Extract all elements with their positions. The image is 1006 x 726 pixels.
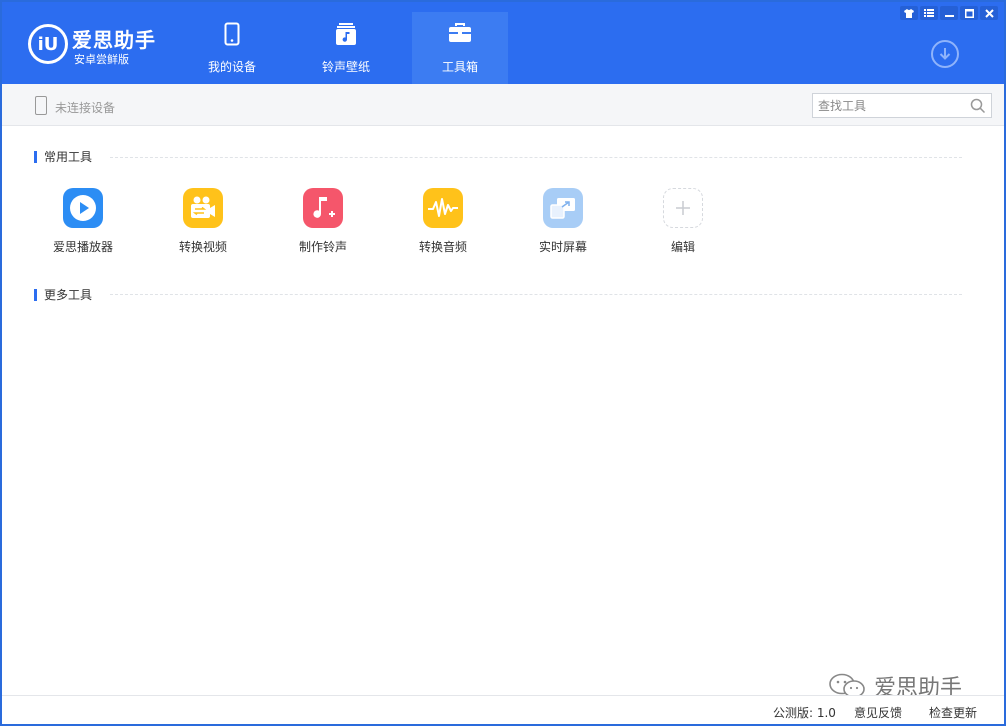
window-controls — [900, 6, 998, 20]
toolbox-icon — [412, 22, 508, 46]
tool-player[interactable]: 爱思播放器 — [43, 188, 163, 258]
tool-grid: 爱思播放器 转换视频 制作铃声 转换音频 实时屏幕 编辑 — [43, 188, 763, 258]
phone-icon — [184, 22, 280, 46]
app-title: 爱思助手 — [72, 28, 156, 52]
tool-label: 编辑 — [670, 240, 695, 254]
audio-wave-icon — [423, 188, 463, 228]
divider — [110, 157, 962, 158]
main-nav: 我的设备 铃声壁纸 工具箱 — [184, 12, 508, 84]
menu-icon[interactable] — [920, 6, 938, 20]
tab-ringtone-wallpaper[interactable]: 铃声壁纸 — [298, 12, 394, 84]
plus-icon — [663, 188, 703, 228]
divider — [110, 294, 962, 295]
app-subtitle: 安卓尝鲜版 — [74, 53, 129, 66]
tool-edit[interactable]: 编辑 — [643, 188, 763, 258]
download-icon[interactable] — [931, 40, 959, 68]
feedback-link[interactable]: 意见反馈 — [854, 704, 902, 721]
tool-live-screen[interactable]: 实时屏幕 — [523, 188, 643, 258]
tab-toolbox[interactable]: 工具箱 — [412, 12, 508, 84]
device-status: 未连接设备 — [55, 101, 116, 115]
app-logo: iU — [28, 24, 68, 64]
ringtone-icon — [303, 188, 343, 228]
tool-make-ringtone[interactable]: 制作铃声 — [283, 188, 403, 258]
tab-my-device[interactable]: 我的设备 — [184, 12, 280, 84]
status-bar: 公测版: 1.0 意见反馈 检查更新 — [2, 695, 1004, 724]
device-toolbar: 未连接设备 — [2, 84, 1004, 126]
shirt-icon[interactable] — [900, 6, 918, 20]
tool-label: 爱思播放器 — [52, 240, 113, 254]
header-bar: iU 爱思助手 安卓尝鲜版 我的设备 铃声壁纸 工具箱 — [2, 2, 1004, 84]
search-box — [812, 93, 992, 118]
tool-label: 转换音频 — [418, 240, 467, 254]
app-window: iU 爱思助手 安卓尝鲜版 我的设备 铃声壁纸 工具箱 未连接设备 查找工具 常… — [0, 0, 1006, 726]
tab-label: 工具箱 — [441, 60, 478, 74]
music-note-icon — [298, 22, 394, 46]
check-update-link[interactable]: 检查更新 — [929, 704, 977, 721]
close-icon[interactable] — [980, 6, 998, 20]
tool-label: 实时屏幕 — [538, 240, 587, 254]
play-icon — [63, 188, 103, 228]
section-title-more: 更多工具 — [34, 289, 92, 301]
phone-icon — [35, 96, 47, 115]
section-title-common: 常用工具 — [34, 151, 92, 163]
tab-label: 铃声壁纸 — [321, 60, 370, 74]
video-convert-icon — [183, 188, 223, 228]
search-input[interactable] — [813, 94, 963, 117]
tool-convert-video[interactable]: 转换视频 — [163, 188, 283, 258]
tab-label: 我的设备 — [207, 60, 256, 74]
search-icon[interactable] — [970, 98, 986, 114]
version-label: 公测版: 1.0 — [773, 706, 836, 720]
tool-convert-audio[interactable]: 转换音频 — [403, 188, 523, 258]
screen-mirror-icon — [543, 188, 583, 228]
tool-label: 制作铃声 — [298, 240, 347, 254]
tool-label: 转换视频 — [178, 240, 227, 254]
maximize-icon[interactable] — [960, 6, 978, 20]
minimize-icon[interactable] — [940, 6, 958, 20]
